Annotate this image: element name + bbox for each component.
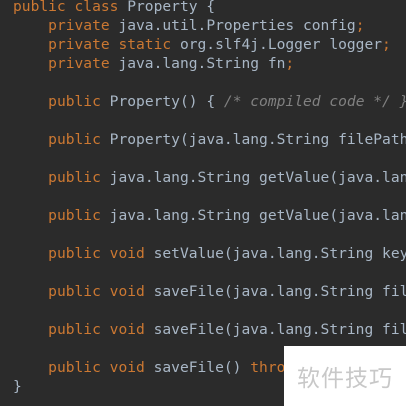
code-token: } [13,378,22,395]
keyword-token: ; [285,55,295,72]
code-token: Property { [127,0,216,15]
code-line-1: public class Property { [13,0,215,16]
code-line-12: public java.lang.String getValue(java.la… [13,206,406,225]
code-token: saveFile(java.lang.String fileName [153,321,406,338]
comment-token: /* compiled code */ } [223,93,406,110]
keyword-token: public [13,0,75,15]
code-line-2: private java.util.Properties config; [13,16,364,35]
code-token: java.lang.String fn [118,55,286,72]
code-line-3: private static org.slf4j.Logger logger; [13,35,391,54]
code-token: Property() { [109,93,224,110]
keyword-token: public void [48,283,154,300]
keyword-token: public [48,131,110,148]
keyword-token: ; [382,36,391,53]
code-token: org.slf4j.Logger logger [179,36,383,53]
keyword-token: ; [355,17,365,34]
code-line-4: private java.lang.String fn; [13,54,294,73]
code-token: saveFile() [153,359,251,376]
code-token: java.lang.String getValue(java.lang.Stri… [109,207,406,224]
watermark-text: 软件技巧 [297,366,393,392]
keyword-token: class [74,0,128,15]
watermark-overlay: 软件技巧 [284,346,406,406]
keyword-token: private static [48,36,180,53]
code-line-6: public Property() { /* compiled code */ … [13,92,406,111]
code-token: Property(java.lang.String filePath) { [109,131,406,148]
code-line-14: public void setValue(java.lang.String ke… [13,244,406,263]
keyword-token: public void [48,359,154,376]
code-line-8: public Property(java.lang.String filePat… [13,130,406,149]
code-line-10: public java.lang.String getValue(java.la… [13,168,406,187]
code-editor[interactable]: public class Property { private java.uti… [0,0,406,406]
keyword-token: private [48,17,119,34]
code-token: saveFile(java.lang.String fileName [153,283,406,300]
code-token: java.lang.String getValue(java.lang.Stri… [109,169,406,186]
code-token: setValue(java.lang.String key [153,245,406,262]
keyword-token: private [48,55,119,72]
code-line-18: public void saveFile(java.lang.String fi… [13,320,406,339]
code-line-21: } [13,377,22,396]
keyword-token: public void [48,245,154,262]
keyword-token: public [48,93,110,110]
keyword-token: public [48,207,110,224]
code-line-16: public void saveFile(java.lang.String fi… [13,282,406,301]
code-token: java.util.Properties config [118,17,356,34]
keyword-token: public void [48,321,154,338]
keyword-token: public [48,169,110,186]
